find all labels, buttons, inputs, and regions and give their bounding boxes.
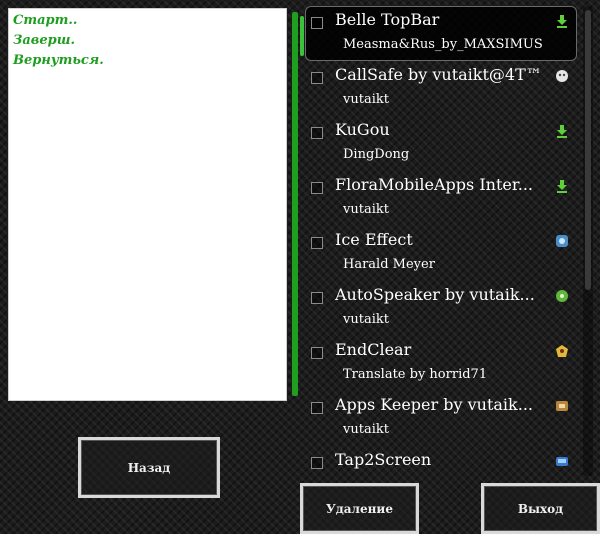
item-checkbox[interactable] [311,127,323,139]
list-item[interactable]: EndClear Translate by horrid71 [305,336,577,391]
back-button[interactable]: Назад [78,437,220,498]
app-icon [556,235,568,247]
item-checkbox[interactable] [311,72,323,84]
item-checkbox[interactable] [311,292,323,304]
app-author: Translate by horrid71 [343,367,488,382]
item-checkbox[interactable] [311,237,323,249]
app-name: FloraMobileApps Inter... [335,175,534,194]
app-author: vutaikt [343,92,389,107]
app-author: DingDong [343,147,410,162]
list-item[interactable]: Ice Effect Harald Meyer [305,226,577,281]
app-name: Apps Keeper by vutaik... [335,395,533,414]
app-author: vutaikt [343,422,389,437]
app-author: Measma&Rus_by_MAXSIMUS [343,37,543,52]
list-item[interactable]: Belle TopBar Measma&Rus_by_MAXSIMUS [305,6,577,61]
app-author: Harald Meyer [343,257,435,272]
app-icon [556,457,568,466]
log-line: Заверш. [13,33,75,48]
status-log: Старт.. Заверш. Вернуться. [8,8,287,401]
list-item[interactable]: Tap2Screen [305,446,577,501]
app-name: EndClear [335,340,412,359]
item-checkbox[interactable] [311,457,323,469]
list-item[interactable]: Apps Keeper by vutaik... vutaikt [305,391,577,446]
log-scroll-indicator [292,12,298,396]
app-icon [556,345,568,357]
app-author: vutaikt [343,202,389,217]
item-checkbox[interactable] [311,402,323,414]
app-name: CallSafe by vutaikt@4T™ [335,65,542,84]
app-list: Belle TopBar Measma&Rus_by_MAXSIMUS Call… [305,6,577,476]
app-icon [556,290,568,302]
download-icon [557,180,567,193]
list-item[interactable]: AutoSpeaker by vutaik... vutaikt [305,281,577,336]
log-line: Старт.. [13,13,78,28]
list-item[interactable]: FloraMobileApps Inter... vutaikt [305,171,577,226]
item-checkbox[interactable] [311,182,323,194]
list-scrollbar-thumb[interactable] [585,10,591,290]
log-line: Вернуться. [13,53,104,68]
selection-indicator [300,16,304,56]
app-name: Tap2Screen [335,450,432,469]
app-name: KuGou [335,120,390,139]
app-icon [556,401,568,411]
download-icon [557,125,567,138]
app-author: vutaikt [343,312,389,327]
item-checkbox[interactable] [311,347,323,359]
item-checkbox[interactable] [311,17,323,29]
app-name: AutoSpeaker by vutaik... [335,285,535,304]
app-icon [556,70,568,82]
list-item[interactable]: KuGou DingDong [305,116,577,171]
app-name: Ice Effect [335,230,413,249]
app-name: Belle TopBar [335,10,440,29]
download-icon [557,15,567,28]
list-item[interactable]: CallSafe by vutaikt@4T™ vutaikt [305,61,577,116]
